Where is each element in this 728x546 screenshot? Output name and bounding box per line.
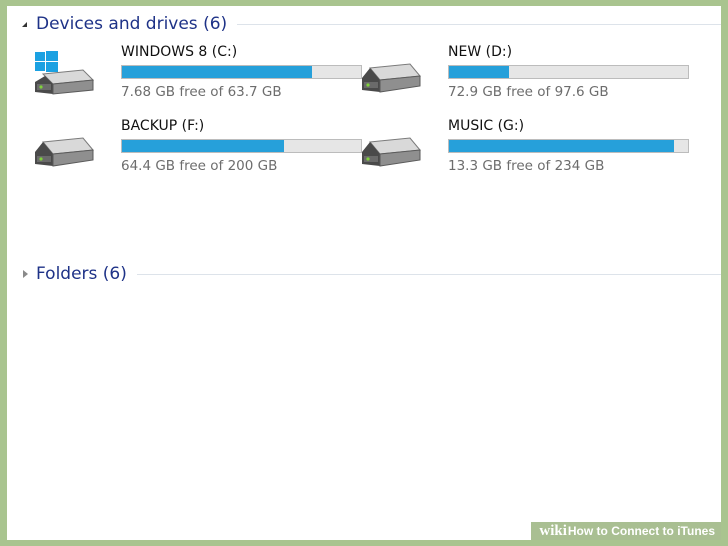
group-header-folders[interactable]: Folders (6): [7, 259, 721, 289]
drive-usage-bar: [121, 139, 362, 153]
drive-usage-bar: [121, 65, 362, 79]
group-title-folders: Folders (6): [36, 264, 127, 284]
explorer-content-pane: Devices and drives (6) WINDOWS 8 (C:) 7.…: [7, 6, 721, 540]
drive-name: MUSIC (G:): [448, 118, 525, 134]
drive-item-d[interactable]: NEW (D:) 72.9 GB free of 97.6 GB: [360, 44, 689, 106]
wikihow-watermark: wiki How to Connect to iTunes: [531, 522, 721, 540]
hard-drive-icon: [362, 63, 421, 93]
drive-usage-fill: [449, 66, 510, 78]
drive-name: BACKUP (F:): [121, 118, 205, 134]
collapse-arrow-icon[interactable]: [22, 21, 27, 27]
group-title-devices: Devices and drives (6): [36, 14, 228, 34]
watermark-logo: wiki: [539, 522, 567, 539]
expand-arrow-icon[interactable]: [23, 270, 28, 278]
drive-name: WINDOWS 8 (C:): [121, 44, 238, 60]
hard-drive-windows-icon: [35, 51, 95, 95]
group-header-devices[interactable]: Devices and drives (6): [7, 9, 721, 39]
drive-name: NEW (D:): [448, 44, 513, 60]
group-divider: [136, 273, 721, 275]
watermark-caption: How to Connect to iTunes: [567, 524, 715, 538]
hard-drive-icon: [35, 137, 94, 167]
drive-item-c[interactable]: WINDOWS 8 (C:) 7.68 GB free of 63.7 GB: [33, 44, 362, 106]
drive-free-space: 64.4 GB free of 200 GB: [121, 158, 278, 174]
drive-free-space: 13.3 GB free of 234 GB: [448, 158, 605, 174]
drive-free-space: 72.9 GB free of 97.6 GB: [448, 84, 609, 100]
drive-free-space: 7.68 GB free of 63.7 GB: [121, 84, 282, 100]
drive-item-g[interactable]: MUSIC (G:) 13.3 GB free of 234 GB: [360, 118, 689, 180]
hard-drive-icon: [362, 137, 421, 167]
drive-usage-bar: [448, 139, 689, 153]
drive-usage-fill: [122, 140, 285, 152]
drive-usage-fill: [449, 140, 675, 152]
group-divider: [237, 23, 721, 25]
drive-usage-fill: [122, 66, 312, 78]
drive-usage-bar: [448, 65, 689, 79]
drive-item-f[interactable]: BACKUP (F:) 64.4 GB free of 200 GB: [33, 118, 362, 180]
